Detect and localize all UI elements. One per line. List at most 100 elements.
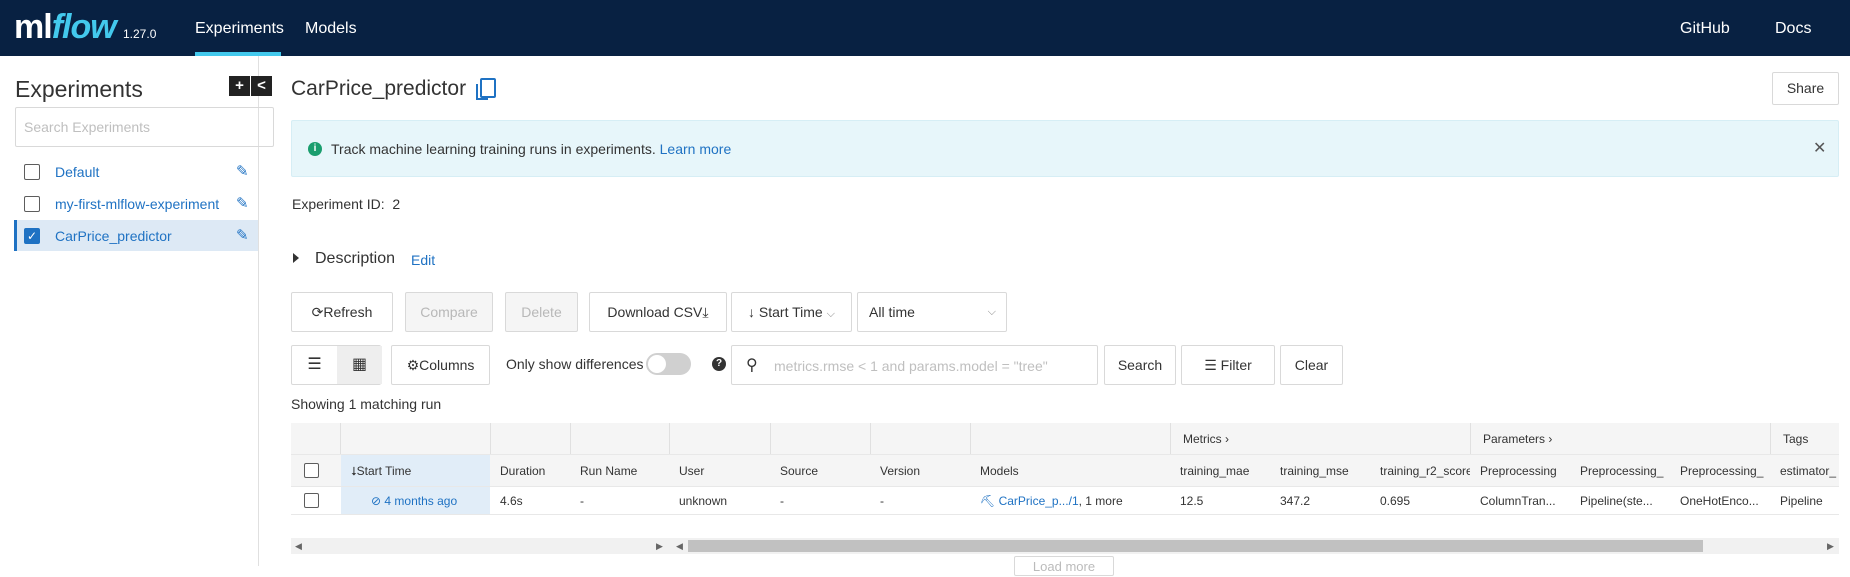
help-icon[interactable]: ? [712, 357, 726, 371]
refresh-button[interactable]: ⟳Refresh [291, 292, 393, 332]
version-label: 1.27.0 [123, 27, 157, 41]
header-preprocessing[interactable]: Preprocessing [1470, 455, 1570, 486]
description-toggle[interactable]: Description [315, 250, 395, 268]
caret-right-icon[interactable] [293, 253, 299, 263]
table-row[interactable]: ⊘ 4 months ago 4.6s - unknown - - ⛏ CarP… [291, 487, 1839, 515]
description-edit-link[interactable]: Edit [411, 252, 435, 268]
cell-preprocessing-2: OneHotEnco... [1680, 494, 1759, 508]
cell-training-mse: 347.2 [1280, 494, 1311, 508]
download-icon: ⤓ [702, 304, 709, 320]
cell-run-name: - [580, 494, 584, 508]
header-models[interactable]: Models [970, 455, 1170, 486]
header-preprocessing-2[interactable]: Preprocessing_ [1670, 455, 1770, 486]
cell-user: unknown [679, 494, 728, 508]
experiment-title: CarPrice_predictor [291, 77, 467, 100]
nav-models[interactable]: Models [305, 20, 357, 38]
nav-github[interactable]: GitHub [1680, 20, 1730, 38]
header-run-name[interactable]: Run Name [570, 455, 669, 486]
list-view-icon[interactable]: ☰ [292, 346, 337, 384]
edit-icon[interactable]: ✎ [236, 162, 249, 180]
chevron-down-icon: ⌵ [987, 306, 996, 318]
scroll-right-icon[interactable]: ▶ [1827, 538, 1834, 554]
banner-text: Track machine learning training runs in … [331, 141, 732, 157]
header-duration[interactable]: Duration [490, 455, 570, 486]
experiment-name[interactable]: CarPrice_predictor [55, 228, 172, 244]
scroll-left-icon[interactable]: ◀ [295, 538, 302, 554]
close-icon[interactable]: ✕ [1813, 138, 1826, 158]
header-training-mse[interactable]: training_mse [1270, 455, 1370, 486]
nav-docs[interactable]: Docs [1775, 20, 1811, 38]
metrics-group-label[interactable]: Metrics › [1183, 423, 1229, 455]
refresh-icon: ⟳ [311, 304, 324, 320]
compare-button[interactable]: Compare [405, 292, 493, 332]
experiment-checkbox[interactable] [24, 164, 40, 180]
experiment-item-default[interactable]: Default ✎ [14, 156, 258, 187]
scrollbar-thumb[interactable] [688, 540, 1703, 552]
top-navbar: mlflow 1.27.0 Experiments Models GitHub … [0, 0, 1850, 56]
check-circle-icon: ⊘ [371, 494, 382, 508]
table-view-icon[interactable]: ▦ [337, 346, 382, 384]
add-experiment-button[interactable]: + [229, 76, 250, 96]
cell-training-mae: 12.5 [1180, 494, 1204, 508]
experiments-sidebar: Experiments + < Search Experiments Defau… [0, 56, 274, 566]
mlflow-logo[interactable]: mlflow [14, 8, 117, 47]
collapse-sidebar-button[interactable]: < [251, 76, 272, 96]
learn-more-link[interactable]: Learn more [660, 141, 732, 157]
model-icon: ⛏ [980, 494, 996, 508]
header-source[interactable]: Source [770, 455, 870, 486]
experiment-item-carprice[interactable]: ✓ CarPrice_predictor ✎ [14, 220, 258, 251]
sort-by-select[interactable]: ↓ Start Time ⌵ [731, 292, 852, 332]
header-version[interactable]: Version [870, 455, 970, 486]
runs-table: Metrics › Parameters › Tags ⭣Start Time … [291, 423, 1839, 515]
columns-button[interactable]: ⚙Columns [391, 345, 490, 385]
cell-models[interactable]: ⛏ CarPrice_p.../1, 1 more [970, 487, 1170, 514]
header-training-r2[interactable]: training_r2_score [1370, 455, 1470, 486]
experiment-name[interactable]: Default [55, 164, 99, 180]
experiment-id: Experiment ID: 2 [292, 196, 401, 212]
search-icon: ⚲ [746, 357, 758, 374]
select-all-checkbox[interactable] [304, 463, 319, 478]
cell-preprocessing: ColumnTran... [1480, 494, 1556, 508]
filter-button[interactable]: ☰ Filter [1181, 345, 1275, 385]
experiment-item-my-first[interactable]: my-first-mlflow-experiment ✎ [14, 188, 258, 219]
only-show-differences-label: Only show differences [506, 356, 644, 372]
clear-button[interactable]: Clear [1280, 345, 1343, 385]
share-button[interactable]: Share [1772, 72, 1839, 105]
only-show-differences-toggle[interactable] [646, 353, 691, 375]
scroll-mid-left-icon[interactable]: ◀ [676, 538, 683, 554]
header-start-time[interactable]: ⭣Start Time [341, 455, 490, 486]
cell-duration: 4.6s [500, 494, 523, 508]
header-user[interactable]: User [669, 455, 770, 486]
gear-icon: ⚙ [406, 357, 420, 373]
cell-training-r2: 0.695 [1380, 494, 1411, 508]
edit-icon[interactable]: ✎ [236, 226, 249, 244]
copy-icon[interactable] [476, 78, 496, 100]
tags-group-label[interactable]: Tags [1783, 423, 1808, 455]
experiment-checkbox[interactable]: ✓ [24, 228, 40, 244]
time-range-select[interactable]: All time ⌵ [857, 292, 1007, 332]
header-estimator[interactable]: estimator_ [1770, 455, 1839, 486]
search-experiments-input[interactable]: Search Experiments [15, 107, 274, 147]
experiment-name[interactable]: my-first-mlflow-experiment [55, 196, 219, 212]
sidebar-title: Experiments [15, 76, 143, 102]
delete-button[interactable]: Delete [505, 292, 578, 332]
matching-runs-count: Showing 1 matching run [291, 396, 442, 412]
arrow-down-icon: ↓ [748, 304, 756, 320]
edit-icon[interactable]: ✎ [236, 194, 249, 212]
horizontal-scrollbar[interactable]: ◀ ▶ ◀ ▶ [291, 538, 1839, 554]
parameters-group-label[interactable]: Parameters › [1483, 423, 1552, 455]
nav-experiments[interactable]: Experiments [195, 20, 284, 38]
header-training-mae[interactable]: training_mae [1170, 455, 1270, 486]
experiment-checkbox[interactable] [24, 196, 40, 212]
chevron-down-icon: ⌵ [826, 308, 835, 320]
download-csv-button[interactable]: Download CSV⤓ [589, 292, 727, 332]
load-more-button[interactable]: Load more [1014, 556, 1114, 576]
filter-icon: ☰ [1204, 357, 1217, 373]
search-runs-input[interactable]: ⚲ metrics.rmse < 1 and params.model = "t… [731, 345, 1098, 385]
header-preprocessing-1[interactable]: Preprocessing_ [1570, 455, 1670, 486]
cell-start-time[interactable]: ⊘ 4 months ago [341, 487, 490, 514]
row-checkbox[interactable] [304, 493, 319, 508]
search-button[interactable]: Search [1104, 345, 1176, 385]
scroll-mid-right-icon[interactable]: ▶ [656, 538, 663, 554]
view-toggle: ☰ ▦ [291, 345, 382, 385]
